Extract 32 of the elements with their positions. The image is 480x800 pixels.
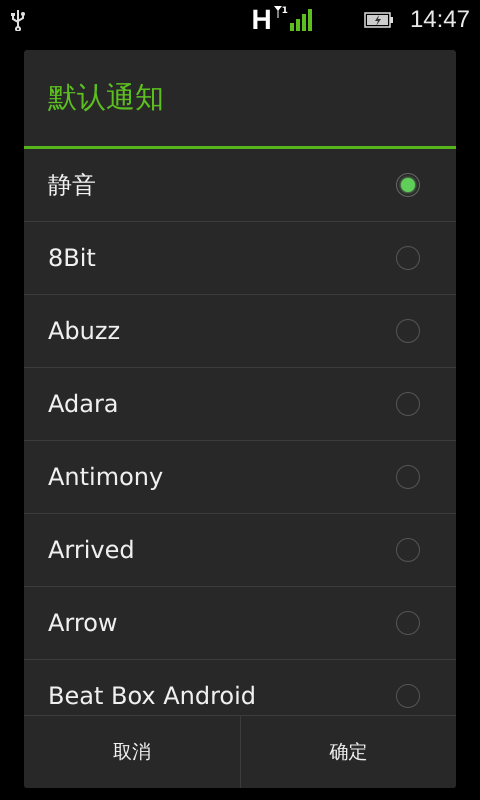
dialog-title: 默认通知 <box>24 50 456 149</box>
option-label: Antimony <box>48 463 164 491</box>
signal-icon <box>290 9 312 31</box>
option-label: Arrow <box>48 609 119 637</box>
battery-icon <box>364 12 394 28</box>
radio-button[interactable] <box>396 319 420 343</box>
option-row[interactable]: Antimony <box>24 441 456 514</box>
radio-button[interactable] <box>396 538 420 562</box>
sim-number: 1 <box>282 6 288 16</box>
network-type: H <box>251 6 272 34</box>
usb-icon <box>10 9 26 31</box>
option-row[interactable]: 8Bit <box>24 222 456 295</box>
option-label: Arrived <box>48 536 136 564</box>
radio-button[interactable] <box>396 246 420 270</box>
radio-button[interactable] <box>396 173 420 197</box>
radio-button[interactable] <box>396 465 420 489</box>
radio-button[interactable] <box>396 611 420 635</box>
confirm-button[interactable]: 确定 <box>240 716 456 788</box>
antenna-icon <box>274 6 282 18</box>
option-row[interactable]: Adara <box>24 368 456 441</box>
radio-button[interactable] <box>396 684 420 708</box>
option-row[interactable]: Arrow <box>24 587 456 660</box>
clock: 14:47 <box>410 6 470 34</box>
option-row[interactable]: Abuzz <box>24 295 456 368</box>
radio-button[interactable] <box>396 392 420 416</box>
option-label: Adara <box>48 390 120 418</box>
option-label: 8Bit <box>48 244 97 272</box>
option-row[interactable]: 静音 <box>24 149 456 222</box>
option-label: Beat Box Android <box>48 682 258 710</box>
option-row[interactable]: Arrived <box>24 514 456 587</box>
option-label: 静音 <box>48 170 97 201</box>
option-label: Abuzz <box>48 317 122 345</box>
